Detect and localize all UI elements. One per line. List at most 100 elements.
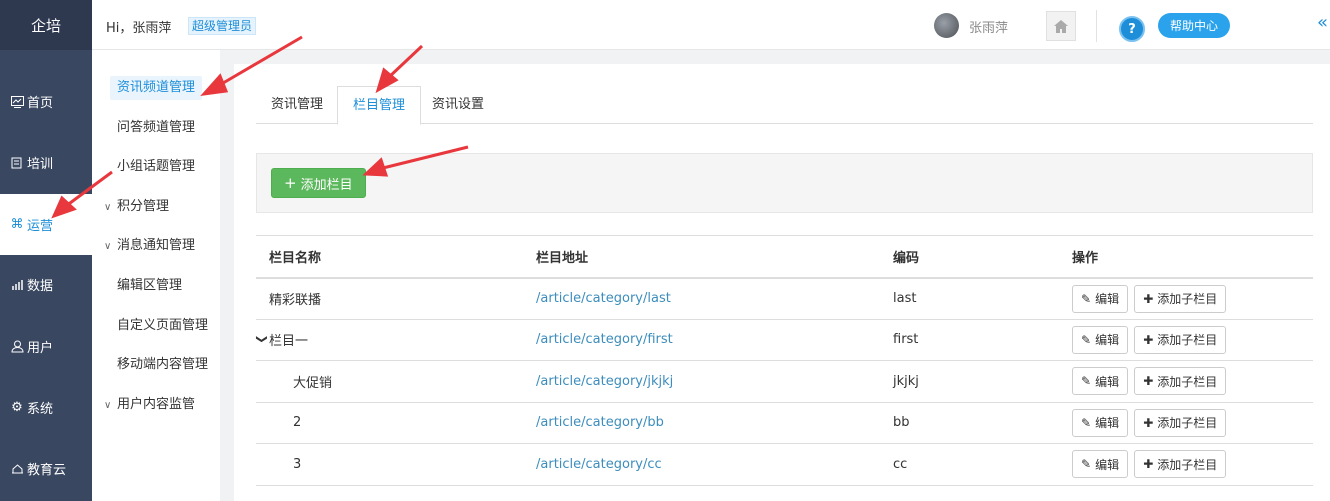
- edit-label: 编辑: [1095, 457, 1120, 472]
- submenu-item-news-channel[interactable]: 资讯频道管理: [110, 76, 203, 100]
- nav-item-label: 教育云: [27, 463, 67, 478]
- edit-button[interactable]: ✎ 编辑: [1072, 325, 1129, 354]
- submenu-item-label: 移动端内容管理: [117, 357, 209, 372]
- toolbar: + 添加栏目: [256, 153, 1313, 213]
- cell-code: cc: [880, 443, 1059, 486]
- edit-icon: ✎: [1081, 332, 1092, 347]
- add-child-button[interactable]: ✚ 添加子栏目: [1134, 284, 1227, 313]
- add-child-button[interactable]: ✚ 添加子栏目: [1134, 408, 1227, 437]
- help-center-button[interactable]: 帮助中心: [1158, 13, 1231, 38]
- edit-button[interactable]: ✎ 编辑: [1072, 284, 1129, 313]
- user-icon: [10, 340, 24, 354]
- table-row: 2 /article/category/bb bb ✎ 编辑 ✚ 添加子栏目: [256, 402, 1313, 444]
- plus-icon: ✚: [1143, 457, 1154, 472]
- avatar[interactable]: [934, 13, 959, 38]
- header-column-name: 栏目名称: [256, 235, 523, 279]
- edit-label: 编辑: [1095, 416, 1120, 431]
- cell-name: 3: [256, 443, 523, 486]
- cell-name: ❯栏目一: [256, 319, 523, 361]
- submenu-item-editor-area[interactable]: 编辑区管理: [117, 274, 182, 298]
- column-table: 栏目名称 栏目地址 编码 操作 精彩联播 /article/category/l…: [256, 235, 1313, 486]
- cell-url[interactable]: /article/category/last: [523, 277, 880, 320]
- greeting-text: Hi，张雨萍: [106, 21, 172, 36]
- nav-item-training[interactable]: 培训: [0, 132, 92, 193]
- submenu-item-custom-pages[interactable]: 自定义页面管理: [117, 314, 208, 338]
- cell-actions: ✎ 编辑 ✚ 添加子栏目: [1059, 277, 1313, 320]
- edit-button[interactable]: ✎ 编辑: [1072, 408, 1129, 437]
- tab-news-management[interactable]: 资讯管理: [256, 86, 338, 124]
- edit-button[interactable]: ✎ 编辑: [1072, 367, 1129, 396]
- nav-item-data[interactable]: 数据: [0, 254, 92, 315]
- cell-code: first: [880, 319, 1059, 361]
- nav-item-operations[interactable]: ⌘ 运营: [0, 194, 92, 255]
- submenu-item-label: 问答频道管理: [117, 120, 196, 135]
- header-code: 编码: [880, 235, 1059, 279]
- submenu-item-label: 编辑区管理: [117, 278, 183, 293]
- table-row: 精彩联播 /article/category/last last ✎ 编辑 ✚ 添加…: [256, 277, 1313, 320]
- add-child-label: 添加子栏目: [1157, 374, 1218, 389]
- submenu-item-group-topics[interactable]: 小组话题管理: [117, 155, 195, 179]
- plus-icon: ✚: [1143, 415, 1154, 430]
- tab-news-settings[interactable]: 资讯设置: [417, 86, 499, 124]
- chevron-down-icon: ∨: [104, 202, 112, 213]
- main-panel: 资讯管理 栏目管理 资讯设置 + 添加栏目 栏目名称 栏目地址 编码 操作 精彩…: [234, 64, 1330, 501]
- tab-column-management[interactable]: 栏目管理: [337, 86, 422, 125]
- home-button[interactable]: [1046, 11, 1076, 41]
- submenu-item-mobile-content[interactable]: 移动端内容管理: [117, 353, 208, 377]
- submenu-item-label: 自定义页面管理: [117, 318, 209, 333]
- role-badge: 超级管理员: [188, 17, 257, 35]
- cell-code: jkjkj: [880, 360, 1059, 403]
- top-header: Hi，张雨萍 超级管理员 张雨萍 ? 帮助中心 «: [92, 0, 1330, 50]
- submenu-item-content-monitor[interactable]: ∨ 用户内容监管: [104, 393, 195, 417]
- submenu-item-points[interactable]: ∨ 积分管理: [104, 195, 169, 219]
- submenu-item-label: 积分管理: [117, 199, 170, 214]
- plus-icon: ✚: [1143, 332, 1154, 347]
- command-icon: ⌘: [10, 217, 24, 232]
- edit-label: 编辑: [1095, 333, 1120, 348]
- nav-item-users[interactable]: 用户: [0, 316, 92, 377]
- dashboard-icon: [10, 95, 24, 109]
- add-child-label: 添加子栏目: [1157, 333, 1218, 348]
- table-header-row: 栏目名称 栏目地址 编码 操作: [256, 235, 1313, 279]
- nav-item-label: 用户: [27, 341, 54, 356]
- cell-actions: ✎ 编辑 ✚ 添加子栏目: [1059, 402, 1313, 444]
- nav-item-home[interactable]: 首页: [0, 71, 92, 132]
- nav-item-label: 首页: [27, 96, 54, 111]
- add-child-label: 添加子栏目: [1157, 457, 1218, 472]
- nav-item-label: 培训: [27, 157, 54, 172]
- add-column-button[interactable]: + 添加栏目: [271, 168, 366, 198]
- nav-item-system[interactable]: ⚙ 系统: [0, 377, 92, 438]
- help-question-icon[interactable]: ?: [1119, 16, 1145, 42]
- chevron-down-icon[interactable]: ❯: [256, 335, 269, 349]
- collapse-icon[interactable]: «: [1317, 12, 1328, 33]
- cell-url[interactable]: /article/category/bb: [523, 402, 880, 444]
- edit-icon: ✎: [1081, 374, 1092, 389]
- add-child-button[interactable]: ✚ 添加子栏目: [1134, 325, 1227, 354]
- add-column-label: 添加栏目: [300, 177, 353, 193]
- cell-url[interactable]: /article/category/first: [523, 319, 880, 361]
- add-child-button[interactable]: ✚ 添加子栏目: [1134, 367, 1227, 396]
- table-row: ❯栏目一 /article/category/first first ✎ 编辑 ✚…: [256, 319, 1313, 361]
- cell-url[interactable]: /article/category/cc: [523, 443, 880, 486]
- row-name: 栏目一: [269, 334, 309, 350]
- row-name: 精彩联播: [269, 293, 322, 308]
- submenu-item-label: 小组话题管理: [117, 159, 196, 174]
- submenu-item-qa-channel[interactable]: 问答频道管理: [117, 116, 195, 140]
- table-row: 大促销 /article/category/jkjkj jkjkj ✎ 编辑 ✚ 添…: [256, 360, 1313, 403]
- header-column-url: 栏目地址: [523, 235, 880, 279]
- submenu-item-notifications[interactable]: ∨ 消息通知管理: [104, 234, 195, 258]
- home-icon: [1054, 19, 1068, 33]
- username-label[interactable]: 张雨萍: [969, 17, 1008, 36]
- cell-name: 精彩联播: [256, 277, 523, 320]
- nav-item-label: 数据: [27, 279, 54, 294]
- cell-name: 2: [256, 402, 523, 444]
- add-child-button[interactable]: ✚ 添加子栏目: [1134, 450, 1227, 479]
- cell-code: bb: [880, 402, 1059, 444]
- edit-button[interactable]: ✎ 编辑: [1072, 450, 1129, 479]
- chart-icon: [10, 278, 24, 292]
- nav-item-edu-cloud[interactable]: 教育云: [0, 438, 92, 499]
- chevron-down-icon: ∨: [104, 241, 112, 252]
- cell-url[interactable]: /article/category/jkjkj: [523, 360, 880, 403]
- main-sidebar: 企培 首页 培训 ⌘ 运营 数据 用户 ⚙ 系统 教育云: [0, 0, 92, 501]
- nav-item-label: 系统: [27, 402, 54, 417]
